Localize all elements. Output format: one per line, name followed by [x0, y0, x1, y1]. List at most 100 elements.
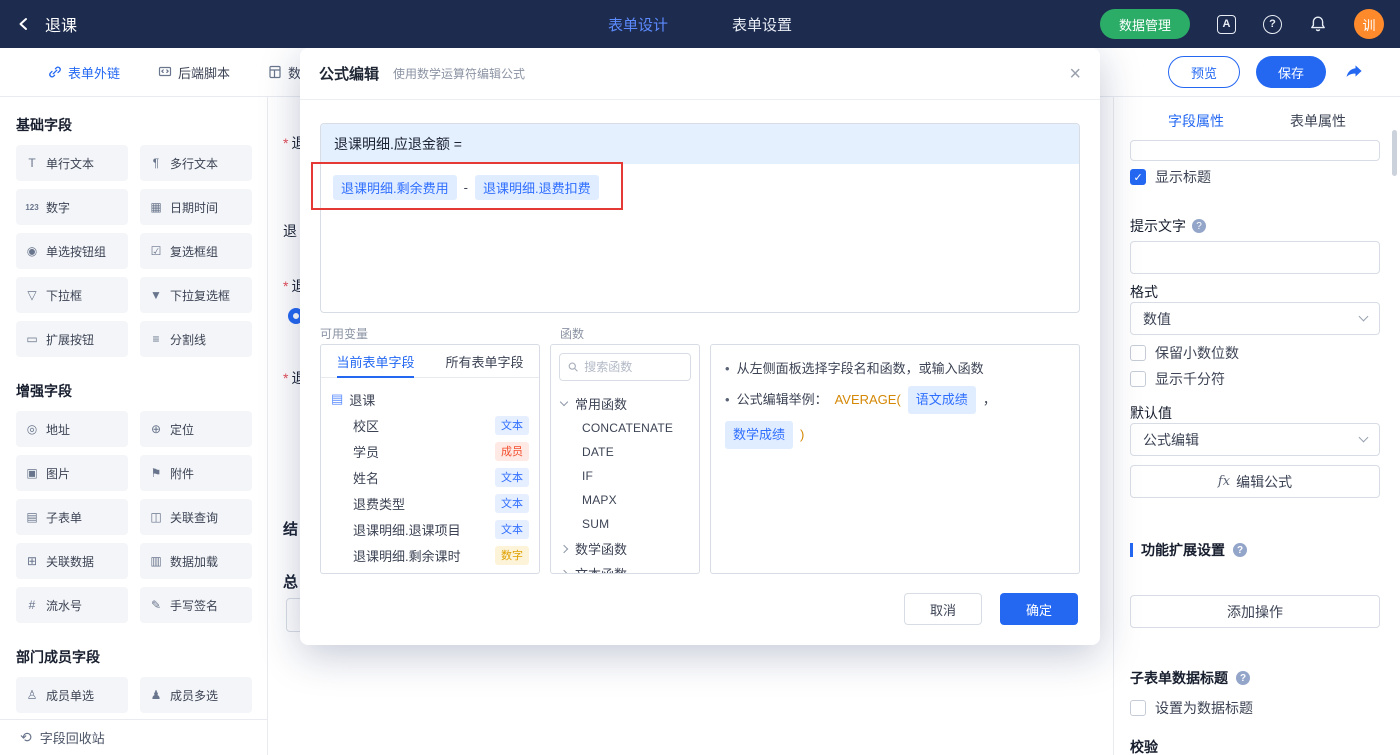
translate-icon[interactable]: A: [1217, 14, 1236, 34]
toolbar-item-external-link[interactable]: 表单外链: [48, 63, 120, 82]
formula-expression-area[interactable]: 退课明细.剩余费用 - 退课明细.退费扣费: [321, 164, 1079, 211]
palette-item-member-multi[interactable]: ♟ 成员多选: [140, 677, 252, 713]
variable-row[interactable]: 退课明细.退课项目 文本: [331, 516, 529, 542]
title-input-partial[interactable]: [1130, 140, 1380, 161]
back-chevron-icon: [19, 18, 27, 30]
tab-current-form-fields[interactable]: 当前表单字段: [321, 345, 430, 378]
palette-item-datetime[interactable]: ▦ 日期时间: [140, 189, 252, 225]
palette-item-image[interactable]: ▣ 图片: [16, 455, 128, 491]
functions-panel: 常用函数 CONCATENATE DATE IF MAPX SUM 数学函数 文…: [550, 344, 700, 574]
toolbar-item-backend-script[interactable]: 后端脚本: [158, 63, 230, 82]
share-icon[interactable]: [1344, 62, 1364, 82]
toolbar-item-label: 后端脚本: [178, 65, 231, 81]
palette-item-signature[interactable]: ✎ 手写签名: [140, 587, 252, 623]
format-select[interactable]: 数值: [1130, 302, 1380, 335]
help-icon[interactable]: ?: [1263, 14, 1282, 34]
variable-row[interactable]: 学员 成员: [331, 438, 529, 464]
field-recycle-bin[interactable]: ⟲ 字段回收站: [0, 719, 267, 755]
palette-item-location[interactable]: ⊕ 定位: [140, 411, 252, 447]
edit-formula-button[interactable]: fx 编辑公式: [1130, 465, 1380, 498]
type-badge: 数字: [495, 545, 529, 565]
recycle-bin-label: 字段回收站: [39, 731, 105, 746]
default-value-select-value: 公式编辑: [1143, 431, 1199, 448]
preview-button[interactable]: 预览: [1167, 56, 1240, 88]
palette-item-label: 子表单: [46, 510, 83, 525]
tab-field-properties[interactable]: 字段属性: [1168, 111, 1224, 142]
function-search-input[interactable]: [584, 360, 682, 374]
formula-field-chip[interactable]: 退课明细.退费扣费: [474, 175, 599, 200]
modal-header: 公式编辑 使用数学运算符编辑公式 ×: [300, 48, 1100, 100]
add-action-label: 添加操作: [1227, 603, 1283, 620]
cancel-button[interactable]: 取消: [904, 593, 982, 625]
variables-root-label: 退课: [349, 392, 376, 408]
user-avatar[interactable]: 训: [1354, 9, 1384, 39]
section-accent-bar: [1130, 543, 1133, 557]
close-icon[interactable]: ×: [1069, 64, 1081, 84]
tab-form-design[interactable]: 表单设计: [608, 14, 668, 35]
data-manage-button[interactable]: 数据管理: [1099, 9, 1190, 39]
palette-item-radio-group[interactable]: ◉ 单选按钮组: [16, 233, 128, 269]
help-panel: 从左侧面板选择字段名和函数，或输入函数 公式编辑举例： AVERAGE( 语文成绩…: [710, 344, 1080, 574]
show-title-checkbox[interactable]: [1130, 169, 1146, 185]
palette-item-single-line-text[interactable]: T 单行文本: [16, 145, 128, 181]
variables-panel-label: 可用变量: [320, 327, 369, 341]
tab-form-settings[interactable]: 表单设置: [732, 14, 792, 35]
function-item[interactable]: DATE: [561, 440, 689, 464]
function-item[interactable]: MAPX: [561, 488, 689, 512]
function-item[interactable]: IF: [561, 464, 689, 488]
palette-item-related-data[interactable]: ⊞ 关联数据: [16, 543, 128, 579]
variable-row[interactable]: 退课明细.剩余课时 数字: [331, 542, 529, 568]
function-group-math[interactable]: 数学函数: [559, 536, 689, 561]
palette-item-attachment[interactable]: ⚑ 附件: [140, 455, 252, 491]
lookup-icon: ◫: [150, 510, 162, 524]
palette-item-multi-line-text[interactable]: ¶ 多行文本: [140, 145, 252, 181]
hint-text-input[interactable]: [1130, 241, 1380, 274]
add-action-button[interactable]: 添加操作: [1130, 595, 1380, 628]
extension-help-icon[interactable]: ?: [1233, 543, 1247, 557]
hint-help-icon[interactable]: ?: [1192, 219, 1206, 233]
keep-decimals-checkbox[interactable]: [1130, 345, 1146, 361]
palette-item-number[interactable]: 123 数字: [16, 189, 128, 225]
function-item[interactable]: CONCATENATE: [561, 416, 689, 440]
palette-item-subform[interactable]: ▤ 子表单: [16, 499, 128, 535]
palette-item-data-load[interactable]: ▥ 数据加载: [140, 543, 252, 579]
variable-name: 学员: [353, 444, 380, 460]
thousands-checkbox[interactable]: [1130, 371, 1146, 387]
back-button[interactable]: [16, 16, 32, 32]
function-group-text[interactable]: 文本函数: [559, 561, 689, 573]
function-group-label: 文本函数: [575, 564, 627, 573]
function-item[interactable]: SUM: [561, 512, 689, 536]
member-multi-icon: ♟: [150, 688, 162, 702]
variable-row[interactable]: 姓名 文本: [331, 464, 529, 490]
palette-item-divider[interactable]: ≡ 分割线: [140, 321, 252, 357]
subform-help-icon[interactable]: ?: [1236, 671, 1250, 685]
palette-item-dropdown-multi[interactable]: ▼ 下拉复选框: [140, 277, 252, 313]
palette-item-address[interactable]: ◎ 地址: [16, 411, 128, 447]
tab-form-properties[interactable]: 表单属性: [1290, 111, 1346, 142]
save-button[interactable]: 保存: [1255, 56, 1326, 88]
palette-item-checkbox-group[interactable]: ☑ 复选框组: [140, 233, 252, 269]
palette-item-member-single[interactable]: ♙ 成员单选: [16, 677, 128, 713]
notification-bell-icon[interactable]: [1309, 15, 1327, 33]
palette-item-label: 多行文本: [170, 156, 219, 171]
palette-item-lookup[interactable]: ◫ 关联查询: [140, 499, 252, 535]
palette-item-label: 关联数据: [46, 554, 95, 569]
palette-item-extend-button[interactable]: ▭ 扩展按钮: [16, 321, 128, 357]
set-data-title-checkbox[interactable]: [1130, 700, 1146, 716]
variables-root-node[interactable]: ▤ 退课: [331, 386, 529, 412]
default-value-select[interactable]: 公式编辑: [1130, 423, 1380, 456]
palette-item-dropdown[interactable]: ▽ 下拉框: [16, 277, 128, 313]
variable-row[interactable]: 退费类型 文本: [331, 490, 529, 516]
format-label-text: 格式: [1130, 284, 1158, 300]
type-badge: 文本: [495, 415, 529, 435]
caret-down-icon: [559, 397, 569, 407]
extension-section-title: 功能扩展设置: [1141, 542, 1225, 558]
function-group-common[interactable]: 常用函数: [559, 391, 689, 416]
formula-field-chip[interactable]: 退课明细.剩余费用: [333, 175, 457, 200]
confirm-button[interactable]: 确定: [1000, 593, 1078, 625]
tab-all-form-fields[interactable]: 所有表单字段: [430, 345, 539, 377]
scrollbar-thumb[interactable]: [1392, 130, 1397, 176]
palette-item-label: 下拉复选框: [170, 288, 231, 303]
variable-row[interactable]: 校区 文本: [331, 412, 529, 438]
palette-item-serial-number[interactable]: # 流水号: [16, 587, 128, 623]
